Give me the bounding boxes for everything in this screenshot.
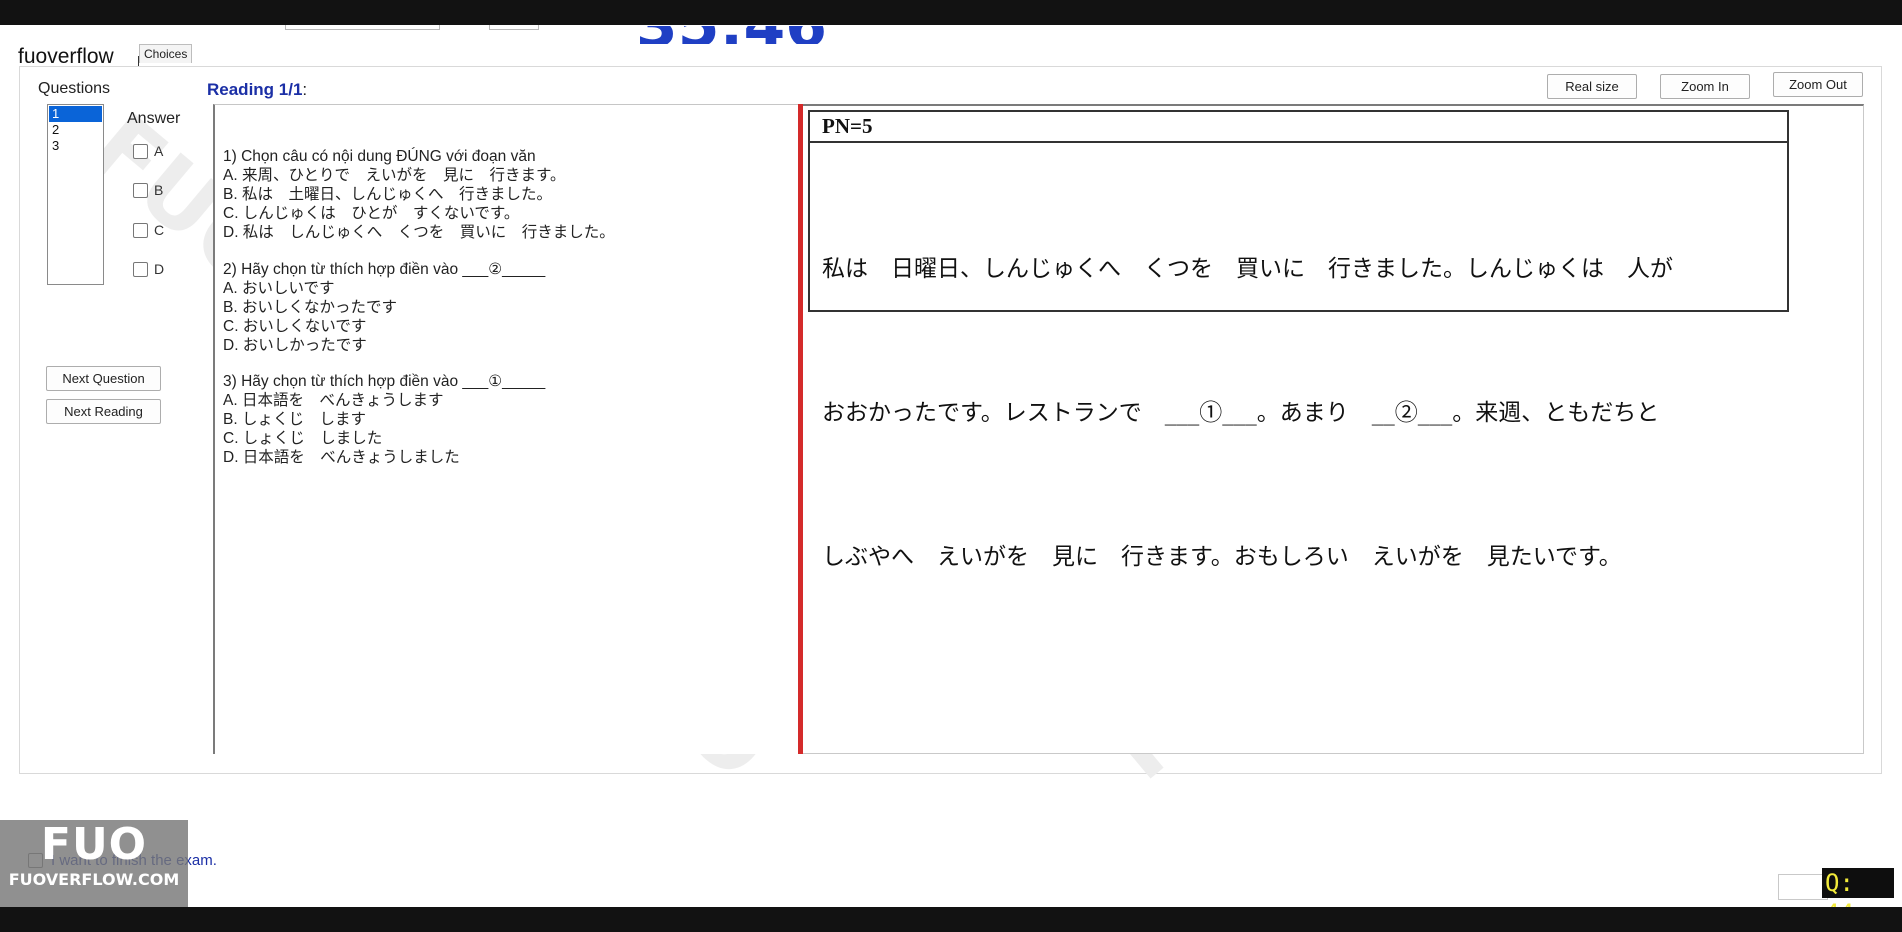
question-choice: A. おいしいです [223,280,335,297]
passage-header: PN=5 [810,112,1787,143]
answer-option-label: C [154,222,165,238]
next-reading-button[interactable]: Next Reading [46,399,161,424]
passage-line: おおかったです。レストランで ___①___。あまり __②___。来週、ともだ… [822,400,1660,426]
top-small-field[interactable] [489,25,539,30]
question-choice: B. しょくじ します [223,411,366,428]
zoom-out-button[interactable]: Zoom Out [1773,72,1863,97]
answer-label: Answer [127,110,181,127]
passage-image: PN=5 私は 日曜日、しんじゅくへ くつを 買いに 行きました。しんじゅくは … [808,110,1789,570]
answer-option-b[interactable]: B [133,182,163,198]
answer-option-label: A [154,143,164,159]
question-choice: D. おいしかったです [223,337,367,354]
checkbox[interactable] [133,222,148,238]
question-choice: D. 日本語を べんきょうしました [223,449,460,466]
question-text-panel: 1) Chọn câu có nội dung ĐÚNG với đoạn vă… [213,104,800,754]
bottom-right-field[interactable] [1778,874,1828,900]
passage-line: 私は 日曜日、しんじゅくへ くつを 買いに 行きました。しんじゅくは 人が [822,256,1673,282]
question-counter: Q: 44 [1822,868,1894,927]
question-item[interactable]: 2 [49,122,102,138]
logo-url: FUOVERFLOW.COM [8,870,180,889]
question-stem: 3) Hãy chọn từ thích hợp điền vào ___①__… [223,373,546,390]
passage-body: 私は 日曜日、しんじゅくへ くつを 買いに 行きました。しんじゅくは 人が おお… [810,143,1787,677]
answer-option-c[interactable]: C [133,222,164,238]
reading-label: Reading 1/1: [207,80,307,100]
exam-window: 35:46 fuoverflow Choices FUO FUO FUO FUO… [0,0,1902,932]
question-choice: A. 来周、ひとりで えいがを 見に 行きます。 [223,167,566,184]
question-item[interactable]: 3 [49,138,102,154]
question-block-2: 2) Hãy chọn từ thích hợp điền vào ___②__… [223,260,545,355]
top-black-bar [0,0,1902,25]
question-choice: D. 私は しんじゅくへ くつを 買いに 行きました。 [223,224,615,241]
fuoverflow-logo: FUO FUOVERFLOW.COM [0,820,188,907]
question-stem: 2) Hãy chọn từ thích hợp điền vào ___②__… [223,261,546,278]
logo-wordmark: FUO [40,819,148,870]
top-field[interactable] [285,25,440,30]
real-size-button[interactable]: Real size [1547,74,1637,99]
checkbox[interactable] [133,261,148,277]
questions-label: Questions [38,80,111,97]
question-choice: C. おいしくないです [223,318,367,335]
question-list[interactable]: 1 2 3 [47,104,104,285]
answer-option-d[interactable]: D [133,261,164,277]
question-item[interactable]: 1 [49,106,102,122]
next-question-button[interactable]: Next Question [46,366,161,391]
answer-option-label: D [154,261,165,277]
zoom-in-button[interactable]: Zoom In [1660,74,1750,99]
answer-option-label: B [154,182,164,198]
tab-choices[interactable]: Choices [137,44,193,70]
checkbox[interactable] [133,182,148,198]
question-stem: 1) Chọn câu có nội dung ĐÚNG với đoạn vă… [223,148,536,165]
bottom-black-bar [0,907,1902,932]
question-block-3: 3) Hãy chọn từ thích hợp điền vào ___①__… [223,372,545,467]
answer-option-a[interactable]: A [133,143,163,159]
question-choice: C. しんじゅくは ひとが すくないです。 [223,205,520,222]
question-choice: A. 日本語を べんきょうします [223,392,444,409]
question-choice: B. おいしくなかったです [223,299,397,316]
reading-counter: Reading 1/1 [207,80,303,99]
question-choice: C. しょくじ しました [223,430,383,447]
reading-colon: : [302,80,308,99]
question-choice: B. 私は 土曜日、しんじゅくへ 行きました。 [223,186,552,203]
checkbox[interactable] [133,143,148,159]
question-block-1: 1) Chọn câu có nội dung ĐÚNG với đoạn vă… [223,147,615,242]
passage-line: しぶやへ えいがを 見に 行きます。おもしろい えいがを 見たいです。 [822,544,1622,570]
